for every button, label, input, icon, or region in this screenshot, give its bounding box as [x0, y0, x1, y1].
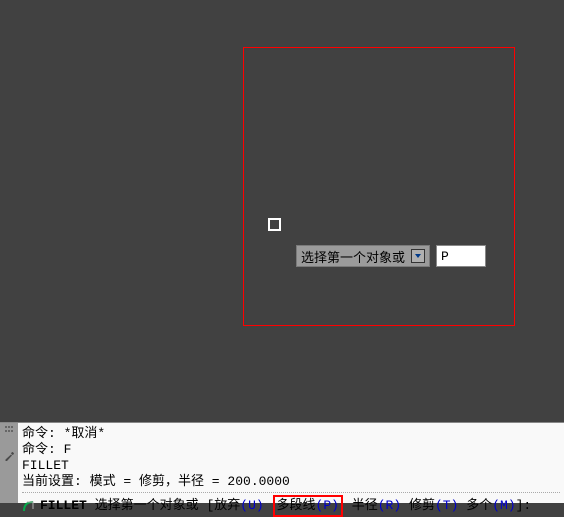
wrench-icon[interactable]: [3, 451, 15, 467]
command-icon-strip: [0, 423, 18, 503]
command-input-line[interactable]: FILLET 选择第一个对象或 [放弃(U) 多段线(P) 半径(R) 修剪(T…: [22, 492, 560, 517]
cursor-pickbox: [268, 218, 281, 231]
history-line-3: FILLET: [22, 458, 560, 474]
history-line-1: 命令: *取消*: [22, 426, 560, 442]
history-line-2: 命令: F: [22, 442, 560, 458]
option-undo[interactable]: 放弃(U): [214, 498, 263, 513]
dynamic-input-field[interactable]: P: [436, 245, 486, 267]
input-value: P: [441, 249, 449, 264]
selection-rectangle: [243, 47, 515, 326]
bracket-close: ]:: [516, 498, 532, 513]
option-radius[interactable]: 半径(R): [352, 498, 401, 513]
command-text-area[interactable]: 命令: *取消* 命令: F FILLET 当前设置: 模式 = 修剪，半径 =…: [18, 423, 564, 503]
option-trim[interactable]: 修剪(T): [409, 498, 458, 513]
option-multiple[interactable]: 多个(M): [466, 498, 515, 513]
history-line-4: 当前设置: 模式 = 修剪，半径 = 200.0000: [22, 474, 560, 490]
dropdown-icon[interactable]: [411, 249, 425, 263]
command-prompt-text: FILLET 选择第一个对象或 [放弃(U) 多段线(P) 半径(R) 修剪(T…: [40, 495, 531, 517]
drawing-canvas[interactable]: 选择第一个对象或 P: [0, 0, 564, 422]
dynamic-input-group: 选择第一个对象或 P: [296, 245, 486, 267]
dynamic-prompt-tooltip: 选择第一个对象或: [296, 245, 430, 267]
command-panel: 命令: *取消* 命令: F FILLET 当前设置: 模式 = 修剪，半径 =…: [0, 422, 564, 503]
active-command-name: FILLET: [40, 498, 87, 513]
option-polyline[interactable]: 多段线(P): [273, 495, 343, 517]
grip-icon[interactable]: [4, 425, 14, 437]
fillet-arc-icon: [22, 499, 36, 513]
tooltip-text: 选择第一个对象或: [301, 247, 405, 266]
prompt-message: 选择第一个对象或: [95, 498, 199, 513]
